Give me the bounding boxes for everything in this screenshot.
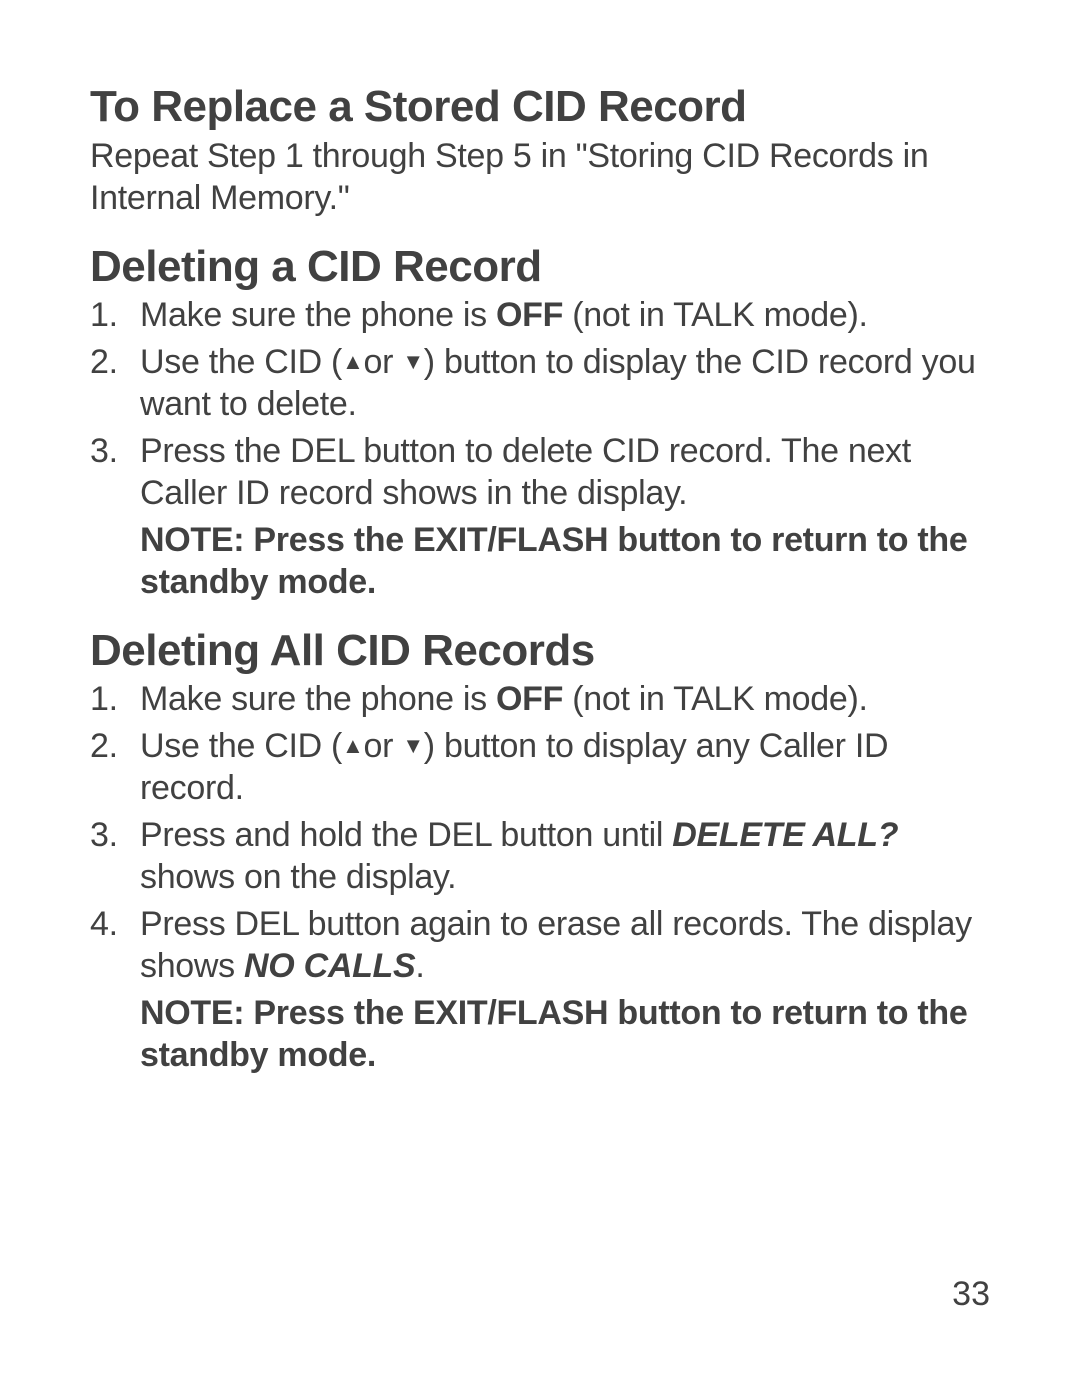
text-bolditalic: DELETE ALL?: [672, 816, 898, 854]
down-triangle-icon: ▼: [402, 735, 423, 757]
text: (not in TALK mode).: [563, 296, 868, 334]
para-replace-cid: Repeat Step 1 through Step 5 in "Storing…: [90, 135, 990, 220]
page-number: 33: [952, 1275, 990, 1314]
text: or: [364, 727, 403, 765]
up-triangle-icon: ▲: [342, 351, 363, 373]
list-item: Make sure the phone is OFF (not in TALK …: [90, 678, 990, 721]
text: Press and hold the DEL button until: [140, 816, 672, 854]
text: shows on the display.: [140, 858, 456, 896]
list-item: Press the DEL button to delete CID recor…: [90, 430, 990, 515]
up-triangle-icon: ▲: [342, 735, 363, 757]
list-item: Use the CID (▲or ▼) button to display th…: [90, 341, 990, 426]
list-delete-cid: Make sure the phone is OFF (not in TALK …: [90, 294, 990, 515]
list-item: Press and hold the DEL button until DELE…: [90, 814, 990, 899]
text: Use the CID (: [140, 727, 342, 765]
heading-replace-cid: To Replace a Stored CID Record: [90, 82, 990, 133]
list-item: Press DEL button again to erase all reco…: [90, 903, 990, 988]
list-item: Make sure the phone is OFF (not in TALK …: [90, 294, 990, 337]
text-bold: OFF: [496, 680, 563, 718]
text: (not in TALK mode).: [563, 680, 868, 718]
text: Make sure the phone is: [140, 680, 496, 718]
text: .: [415, 947, 424, 985]
heading-delete-cid: Deleting a CID Record: [90, 242, 990, 293]
text: or: [364, 343, 403, 381]
text: Use the CID (: [140, 343, 342, 381]
text: Make sure the phone is: [140, 296, 496, 334]
heading-delete-all-cid: Deleting All CID Records: [90, 626, 990, 677]
note-delete-all-cid: NOTE: Press the EXIT/FLASH button to ret…: [90, 992, 990, 1077]
text-bold: OFF: [496, 296, 563, 334]
down-triangle-icon: ▼: [402, 351, 423, 373]
note-delete-cid: NOTE: Press the EXIT/FLASH button to ret…: [90, 519, 990, 604]
list-item: Use the CID (▲or ▼) button to display an…: [90, 725, 990, 810]
list-delete-all-cid: Make sure the phone is OFF (not in TALK …: [90, 678, 990, 988]
text-bolditalic: NO CALLS: [244, 947, 415, 985]
